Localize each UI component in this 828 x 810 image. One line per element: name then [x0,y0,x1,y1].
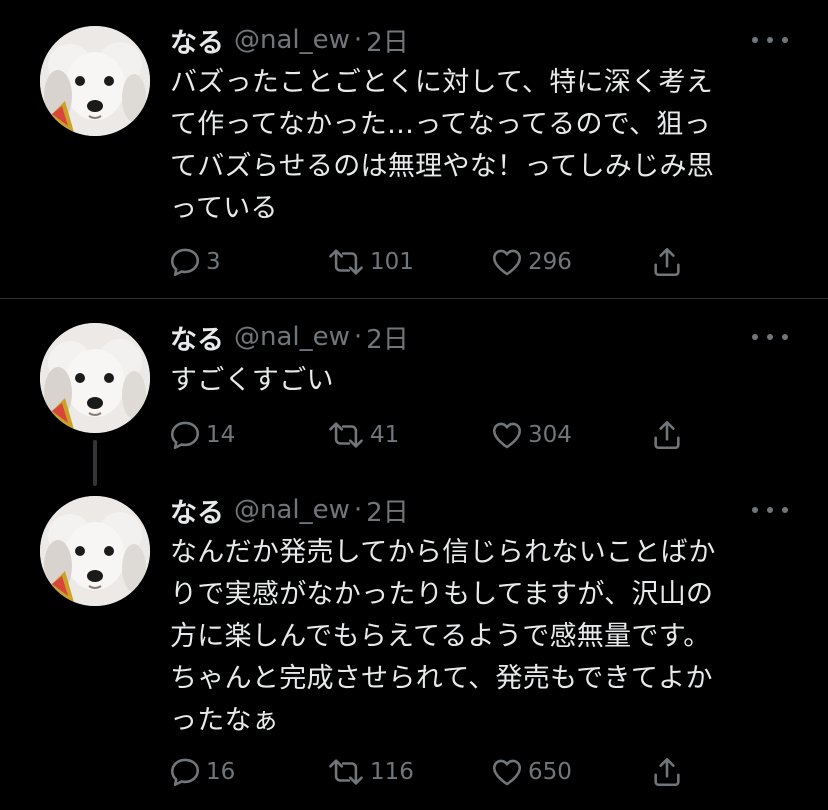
reply-count: 14 [206,422,236,448]
user-handle[interactable]: @nal_ew [234,322,350,352]
action-bar: 3 101 296 [168,244,708,280]
separator-dot: · [353,495,363,525]
avatar[interactable] [40,496,150,606]
retweet-button[interactable]: 41 [326,417,399,453]
retweet-count: 41 [370,422,400,448]
share-icon [654,757,680,787]
tweet-text-line: バズったことごとくに対して、特に深く考え [170,67,714,98]
avatar-image [40,323,150,433]
tweet-3[interactable]: なる @nal_ew · 2日 なんだか発売してから信じられないことばか りで実… [0,472,828,810]
heart-icon [492,759,522,786]
retweet-button[interactable]: 116 [326,754,414,790]
share-button[interactable] [650,417,684,453]
avatar-image [40,496,150,606]
more-icon[interactable] [752,500,788,520]
avatar[interactable] [40,26,150,136]
tweet-text: バズったことごとくに対して、特に深く考え て作ってなかった…ってなってるので、狙… [170,62,790,230]
retweet-icon [329,422,363,448]
share-button[interactable] [650,244,684,280]
reply-icon [170,758,200,787]
display-name[interactable]: なる [170,491,224,530]
more-icon[interactable] [752,30,788,50]
tweet-text-line: なんだか発売してから信じられないことばか [170,537,716,568]
tweet-text-line: 方に楽しんでもらえてるようで感無量です。 [170,621,711,652]
reply-icon [170,421,200,450]
tweet-text-line: すごくすごい [170,365,334,396]
like-button[interactable]: 296 [490,244,572,280]
heart-icon [492,249,522,276]
reply-button[interactable]: 3 [168,244,221,280]
tweet-2[interactable]: なる @nal_ew · 2日 すごくすごい 14 41 304 [0,299,828,479]
tweet-text-line: てバズらせるのは無理やな！ってしみじみ思 [170,151,715,182]
avatar-image [40,26,150,136]
retweet-count: 116 [370,759,414,785]
reply-count: 16 [206,759,236,785]
heart-icon [492,422,522,449]
reply-count: 3 [206,249,221,275]
tweet-header: なる @nal_ew · 2日 [170,318,409,357]
action-bar: 16 116 650 [168,754,708,790]
retweet-count: 101 [370,249,414,275]
action-bar: 14 41 304 [168,417,708,453]
tweet-text-line: ちゃんと完成させられて、発売もできてよか [170,663,713,694]
more-icon[interactable] [752,327,788,347]
tweet-1[interactable]: なる @nal_ew · 2日 バズったことごとくに対して、特に深く考え て作っ… [0,0,828,298]
retweet-button[interactable]: 101 [326,244,414,280]
share-button[interactable] [650,754,684,790]
reply-button[interactable]: 14 [168,417,235,453]
timestamp[interactable]: 2日 [366,22,409,59]
user-handle[interactable]: @nal_ew [234,25,350,55]
like-count: 650 [528,759,572,785]
retweet-icon [329,759,363,785]
reply-button[interactable]: 16 [168,754,235,790]
share-icon [654,420,680,450]
tweet-text-line: ったなぁ [170,705,280,736]
tweet-header: なる @nal_ew · 2日 [170,491,409,530]
display-name[interactable]: なる [170,318,224,357]
like-count: 296 [528,249,572,275]
tweet-text-line: て作ってなかった…ってなってるので、狙っ [170,109,711,140]
timestamp[interactable]: 2日 [366,492,409,529]
reply-icon [170,248,200,277]
retweet-icon [329,249,363,275]
tweet-text: すごくすごい [170,360,790,402]
like-button[interactable]: 650 [490,754,572,790]
avatar[interactable] [40,323,150,433]
tweet-text-line: りで実感がなかったりもしてますが、沢山の [170,579,714,610]
like-count: 304 [528,422,572,448]
timestamp[interactable]: 2日 [366,319,409,356]
tweet-text: なんだか発売してから信じられないことばか りで実感がなかったりもしてますが、沢山… [170,532,790,742]
separator-dot: · [353,322,363,352]
share-icon [654,247,680,277]
display-name[interactable]: なる [170,21,224,60]
separator-dot: · [353,25,363,55]
user-handle[interactable]: @nal_ew [234,495,350,525]
like-button[interactable]: 304 [490,417,572,453]
tweet-text-line: っている [170,193,278,224]
tweet-header: なる @nal_ew · 2日 [170,21,409,60]
